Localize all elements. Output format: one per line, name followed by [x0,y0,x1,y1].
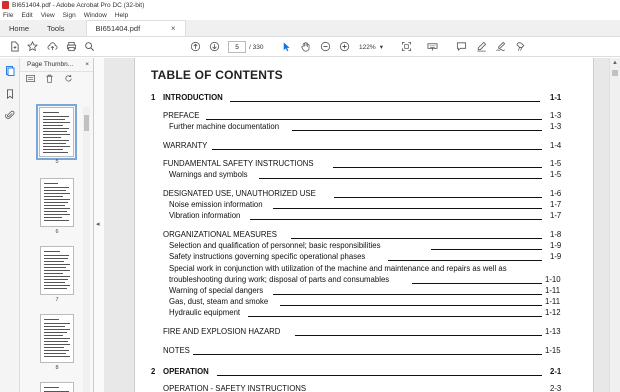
toc-entry[interactable]: Safety instructions governing specific o… [135,252,595,262]
menu-help[interactable]: Help [115,12,128,19]
page-thumbnail[interactable] [40,382,74,392]
thumbnails-header: Page Thumbn... × [20,58,93,72]
toc-entry[interactable]: DESIGNATED USE, UNAUTHORIZED USE 1-6 [135,189,595,199]
menu-window[interactable]: Window [84,12,107,19]
menu-sign[interactable]: Sign [63,12,76,19]
tab-home[interactable]: Home [0,20,38,36]
page-thumbnail[interactable] [40,246,74,295]
next-page-icon[interactable] [208,40,221,53]
toc-entry[interactable]: Noise emission information 1-7 [135,200,595,210]
toc-entry[interactable]: FIRE AND EXPLOSION HAZARD 1-13 [135,327,595,337]
title-bar: BI651404.pdf - Adobe Acrobat Pro DC (32-… [0,0,620,10]
page-total: / 330 [249,43,264,51]
thumbnails-title: Page Thumbn... [27,61,74,68]
menu-file[interactable]: File [3,12,13,19]
menu-bar: File Edit View Sign Window Help [0,10,620,20]
thumbnails-scrollbar[interactable] [83,107,90,392]
window-title: BI651404.pdf - Adobe Acrobat Pro DC (32-… [12,1,145,9]
delete-page-icon[interactable] [45,74,54,85]
toc-entry[interactable]: Warnings and symbols 1-5 [135,170,595,180]
toc-heading: TABLE OF CONTENTS [151,68,283,82]
toc-entry[interactable]: Selection and qualification of personnel… [135,241,595,251]
toc-entry[interactable]: Hydraulic equipment 1-12 [135,308,595,318]
menu-view[interactable]: View [41,12,55,19]
search-icon[interactable] [83,40,96,53]
thumbnail-options-icon[interactable] [26,74,35,85]
toc-entry[interactable]: Further machine documentation 1-3 [135,122,595,132]
bookmark-icon[interactable] [5,89,15,100]
toc-entry[interactable]: 1 INTRODUCTION 1-1 [135,93,595,103]
close-panel-icon[interactable]: × [85,61,89,68]
zoom-in-icon[interactable] [338,40,351,53]
rotate-page-icon[interactable] [64,74,73,85]
comment-icon[interactable] [455,40,468,53]
page-number-input[interactable]: 5 [228,41,246,53]
thumbnails-toolbar [20,72,93,86]
toc-entry[interactable]: OPERATION - SAFETY INSTRUCTIONS 2-3 [135,384,595,392]
stamp-icon[interactable] [514,40,527,53]
highlight-pen-icon[interactable] [475,40,488,53]
upload-cloud-icon[interactable] [46,40,59,53]
zoom-level: 122% [359,43,376,51]
tab-document[interactable]: BI651404.pdf × [85,20,186,36]
draw-signature-icon[interactable] [494,40,507,53]
zoom-out-icon[interactable] [319,40,332,53]
tab-document-label: BI651404.pdf [95,24,141,33]
left-nav-rail [0,58,20,392]
toc-entry[interactable]: PREFACE 1-3 [135,111,595,121]
toc-entry[interactable]: Special work in conjunction with utiliza… [135,264,595,286]
tab-tools[interactable]: Tools [38,20,74,36]
toc-entry[interactable]: WARRANTY 1-4 [135,141,595,151]
toc-entry[interactable]: Gas, dust, steam and smoke 1-11 [135,297,595,307]
print-icon[interactable] [65,40,78,53]
previous-page-icon[interactable] [189,40,202,53]
toc-entry[interactable]: NOTES 1-15 [135,346,595,356]
toc-entry[interactable]: ORGANIZATIONAL MEASURES 1-8 [135,230,595,240]
fit-page-icon[interactable] [400,40,413,53]
chevron-down-icon: ▾ [379,44,383,51]
keyboard-icon[interactable] [426,40,439,53]
menu-edit[interactable]: Edit [21,12,32,19]
attachment-icon[interactable] [5,110,15,120]
page-thumbnail[interactable] [36,104,77,160]
pdf-page: TABLE OF CONTENTS 1 INTRODUCTION 1-1 PRE… [134,58,594,392]
zoom-level-dropdown[interactable]: 122% ▾ [357,41,385,53]
toc-entry[interactable]: 2 OPERATION 2-1 [135,367,595,377]
toc-entry[interactable]: Warning of special dangers 1-11 [135,286,595,296]
document-view[interactable]: TABLE OF CONTENTS 1 INTRODUCTION 1-1 PRE… [104,58,609,392]
create-file-icon[interactable] [8,40,21,53]
scroll-thumb[interactable] [612,70,618,76]
page-thumbnails-icon[interactable] [5,66,15,76]
collapse-panel-handle[interactable]: ◂ [94,58,104,392]
toc-entry[interactable]: FUNDAMENTAL SAFETY INSTRUCTIONS 1-5 [135,159,595,169]
hand-tool-icon[interactable] [299,40,312,53]
main-toolbar: 5 / 330 122% ▾ [0,37,620,57]
page-thumbnail[interactable] [40,314,74,363]
document-scrollbar[interactable]: ▲ [609,58,620,392]
toc-entry[interactable]: Vibration information 1-7 [135,211,595,221]
page-thumbnail[interactable] [40,178,74,227]
select-cursor-icon[interactable] [280,40,293,53]
acrobat-app-icon [2,1,9,9]
chevron-left-icon: ◂ [96,221,100,228]
star-icon[interactable] [26,40,39,53]
scroll-up-icon[interactable]: ▲ [612,60,618,66]
tab-bar: Home Tools BI651404.pdf × [0,20,620,37]
close-tab-icon[interactable]: × [171,24,176,33]
